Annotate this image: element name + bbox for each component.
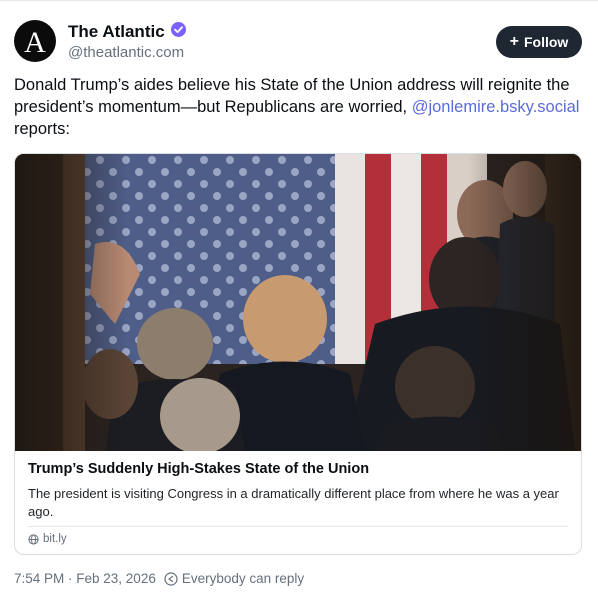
verified-badge-icon	[170, 22, 186, 42]
reply-setting: Everybody can reply	[164, 571, 304, 586]
author-display-name[interactable]: The Atlantic	[68, 22, 165, 42]
follow-button-label: Follow	[524, 34, 569, 50]
follow-button[interactable]: + Follow	[496, 26, 582, 58]
globe-icon	[28, 533, 39, 545]
link-card-domain: bit.ly	[28, 533, 67, 545]
link-card-description: The president is visiting Congress in a …	[28, 486, 559, 519]
link-card[interactable]: Trump’s Suddenly High-Stakes State of th…	[14, 153, 582, 555]
link-card-divider	[28, 526, 568, 527]
top-divider	[0, 0, 598, 1]
author-name-row: The Atlantic	[68, 22, 186, 42]
reply-circle-icon	[164, 571, 178, 586]
post-meta-row: 7:54 PM · Feb 23, 2026 Everybody can rep…	[14, 571, 304, 586]
avatar[interactable]: A	[14, 20, 56, 62]
atlantic-logo-icon: A	[24, 26, 46, 59]
mention-link[interactable]: @jonlemire.bsky.social	[412, 98, 580, 116]
link-card-image[interactable]	[15, 154, 581, 451]
post-text: Donald Trump’s aides believe his State o…	[14, 74, 584, 140]
author-handle[interactable]: @theatlantic.com	[68, 44, 184, 61]
link-card-title[interactable]: Trump’s Suddenly High-Stakes State of th…	[28, 461, 369, 477]
post-text-part: reports:	[14, 120, 70, 138]
post-timestamp[interactable]: 7:54 PM · Feb 23, 2026	[14, 571, 156, 586]
reply-setting-label: Everybody can reply	[181, 571, 305, 586]
link-card-domain-text: bit.ly	[43, 533, 67, 545]
plus-icon: +	[509, 33, 519, 50]
svg-text:A: A	[24, 26, 46, 59]
